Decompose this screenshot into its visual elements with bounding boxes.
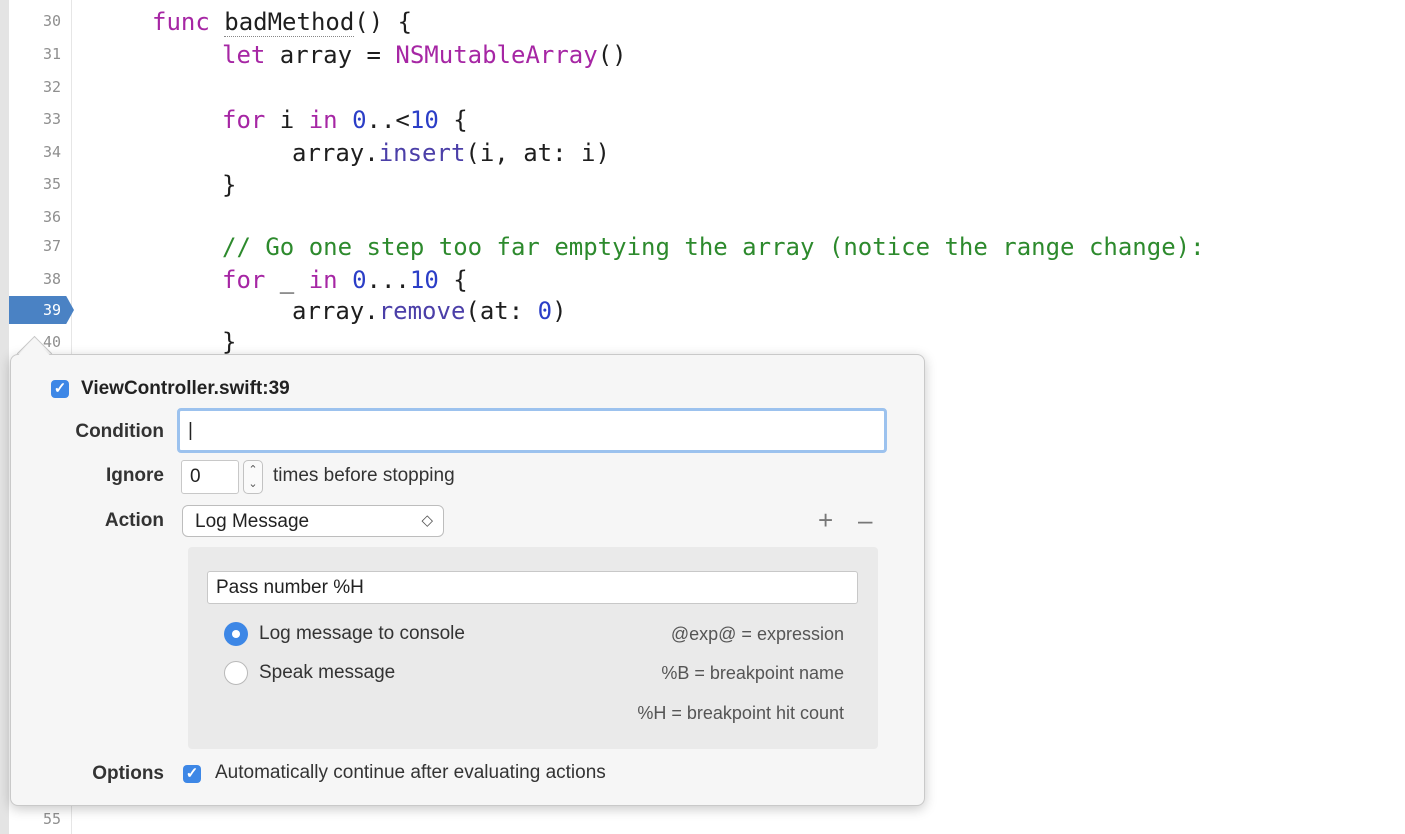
hint-expression: @exp@ = expression [670,624,844,644]
code-line-37-comment: // Go one step too far emptying the arra… [222,233,1205,261]
line-number: 38 [42,270,61,288]
code-text: (at: [465,297,538,325]
log-to-console-label[interactable]: Log message to console [259,623,465,645]
action-type-value: Log Message [195,511,310,532]
code-text: array = [265,41,396,69]
line-number: 31 [42,45,61,63]
code-text: (i, at: i) [465,139,610,167]
ignore-label: Ignore [105,465,164,486]
code-text: { [438,106,468,134]
editor-left-edge [0,0,9,834]
auto-continue-label[interactable]: Automatically continue after evaluating … [215,762,606,784]
speak-message-radio[interactable] [224,661,248,685]
code-text: { [438,266,468,294]
ignore-count-stepper[interactable]: ⌃ ⌄ [243,460,263,494]
code-text: array. [292,139,379,167]
code-text: ) [552,297,567,325]
hint-hit-count: %H = breakpoint hit count [637,703,844,723]
options-label: Options [92,763,164,784]
code-line-33: for i in 0..<10 { [222,104,468,136]
breakpoint-title: ViewController.swift:39 [81,378,290,399]
radio-dot [232,630,240,638]
code-text: () { [354,8,413,36]
code-text: _ [265,266,309,294]
code-line-35: } [222,171,237,199]
breakpoint-enabled-checkbox[interactable]: ✓ [51,380,69,398]
code-keyword: in [308,106,338,134]
code-function: remove [378,297,466,325]
code-text: i [265,106,309,134]
action-type-popup[interactable]: Log Message ◇ [182,505,444,537]
code-type: NSMutableArray [395,41,598,69]
method-name: badMethod [224,8,355,37]
line-number: 55 [42,810,61,828]
code-number: 0 [352,266,367,294]
code-function: insert [378,139,466,167]
breakpoint-line-number[interactable]: 39 [9,295,61,325]
code-text: ... [366,266,410,294]
condition-label: Condition [75,421,164,442]
code-number: 0 [537,297,553,325]
log-to-console-radio[interactable] [224,622,248,646]
code-number: 10 [409,266,439,294]
auto-continue-checkbox[interactable]: ✓ [183,765,201,783]
code-line-34: array.insert(i, at: i) [292,137,610,169]
log-message-input[interactable]: Pass number %H [207,571,858,604]
code-line-31: let array = NSMutableArray() [222,39,627,71]
code-keyword: for [222,106,266,134]
line-number: 34 [42,143,61,161]
code-keyword: func [152,8,210,36]
ignore-count-input[interactable]: 0 [181,460,239,494]
code-text: array. [292,297,379,325]
condition-input[interactable]: | [177,408,887,453]
stepper-down-icon[interactable]: ⌄ [244,477,262,491]
code-line-39: array.remove(at: 0) [292,295,567,327]
action-label: Action [104,510,164,531]
code-keyword: let [222,41,266,69]
code-line-38: for _ in 0...10 { [222,264,468,296]
code-keyword: in [308,266,338,294]
line-number: 35 [42,175,61,193]
stepper-up-icon[interactable]: ⌃ [244,463,262,477]
line-number: 32 [42,78,61,96]
hint-breakpoint-name: %B = breakpoint name [661,663,844,683]
line-number: 37 [42,237,61,255]
speak-message-label[interactable]: Speak message [259,662,395,684]
remove-action-button[interactable]: – [858,505,872,536]
add-action-button[interactable]: + [818,505,833,536]
code-number: 0 [352,106,367,134]
code-text: ..< [366,106,410,134]
line-number: 36 [42,208,61,226]
popup-arrows-icon: ◇ [421,512,433,529]
line-number: 33 [42,110,61,128]
code-line-30: func badMethod() { [152,6,412,38]
code-text: () [597,41,627,69]
code-number: 10 [409,106,439,134]
ignore-suffix: times before stopping [273,465,455,486]
line-number: 30 [42,12,61,30]
code-keyword: for [222,266,266,294]
